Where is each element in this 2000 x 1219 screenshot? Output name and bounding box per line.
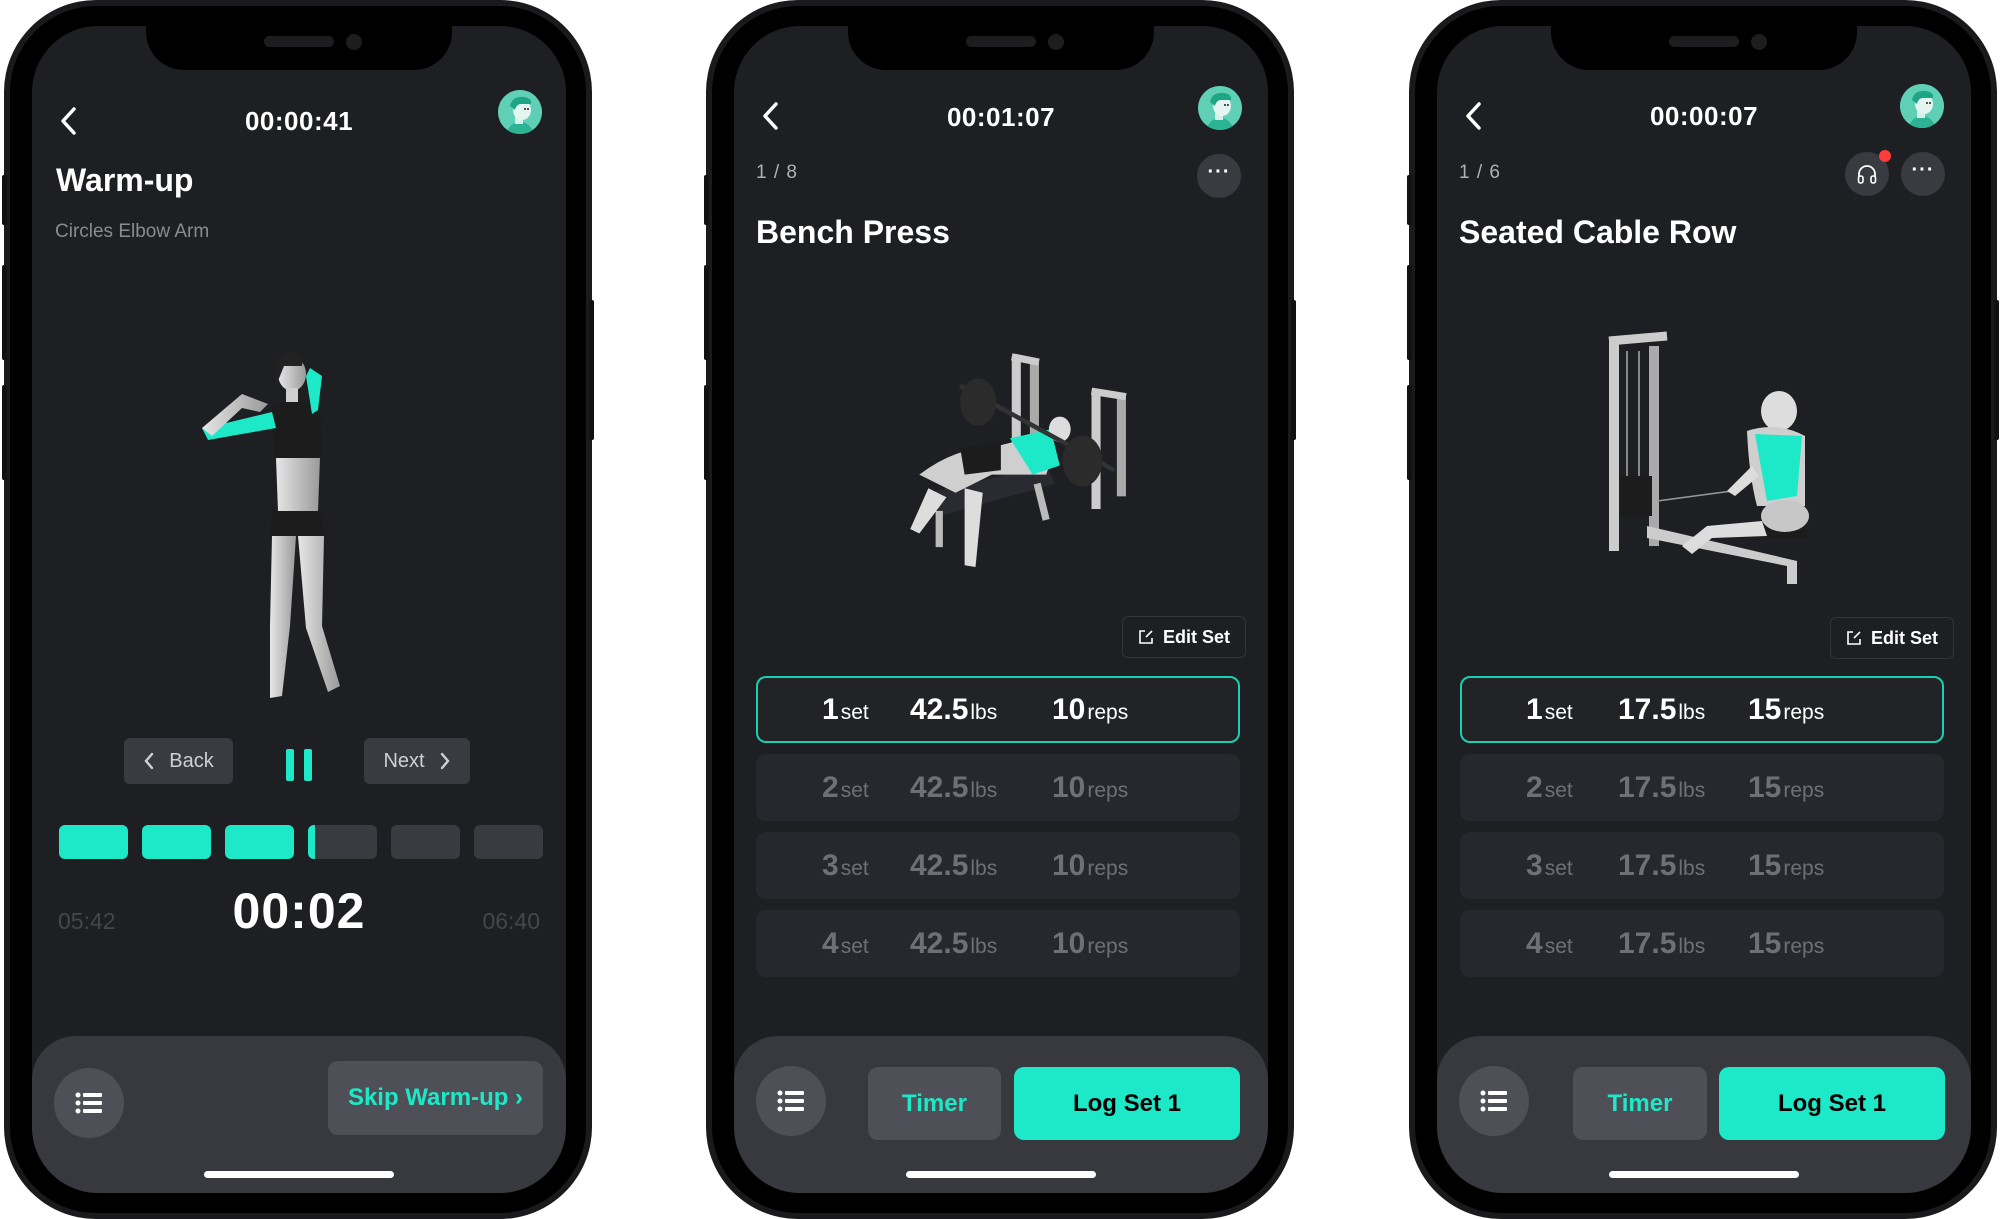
- progress-segment: [225, 825, 294, 859]
- page-title: Warm-up: [56, 162, 194, 198]
- power-button: [1291, 300, 1296, 440]
- volume-down-button: [2, 385, 7, 480]
- progress-segment: [474, 825, 543, 859]
- back-button[interactable]: Back: [124, 738, 233, 784]
- user-avatar-icon: [1198, 86, 1242, 130]
- bottom-action-bar: Timer Log Set 1: [734, 1036, 1268, 1193]
- avatar[interactable]: [1900, 84, 1944, 128]
- exercise-title: Bench Press: [756, 214, 950, 250]
- edit-set-label: Edit Set: [1871, 627, 1939, 648]
- audio-guide-button[interactable]: [1845, 150, 1891, 196]
- bottom-action-bar: Skip Warm-up ›: [32, 1036, 566, 1193]
- set-row[interactable]: 4 set 17.5 lbs 15 reps: [1460, 910, 1944, 977]
- set-row[interactable]: 4 set 42.5 lbs 10 reps: [756, 910, 1240, 977]
- more-icon: ···: [1911, 159, 1935, 181]
- elapsed-time: 00:01:07: [946, 102, 1056, 132]
- exercise-counter: 1 / 8: [756, 162, 798, 183]
- more-options-button[interactable]: ···: [1901, 152, 1945, 196]
- notch: [848, 26, 1154, 70]
- list-icon: [777, 1090, 804, 1112]
- exercise-illustration: [172, 326, 392, 726]
- pause-icon: [286, 749, 294, 781]
- user-avatar-icon: [1900, 84, 1944, 128]
- woman-figure-icon: [202, 351, 340, 698]
- exercise-name: Circles Elbow Arm: [55, 221, 210, 242]
- set-row[interactable]: 3 set 17.5 lbs 15 reps: [1460, 832, 1944, 899]
- notch: [146, 26, 452, 70]
- volume-up-button: [704, 265, 709, 360]
- chevron-left-icon: [144, 752, 154, 770]
- list-icon: [1480, 1090, 1507, 1112]
- avatar[interactable]: [498, 90, 542, 134]
- set-row[interactable]: 3 set 42.5 lbs 10 reps: [756, 832, 1240, 899]
- chevron-right-icon: [440, 752, 450, 770]
- phone-bench-press: 00:01:07 1 / 8 ··· Bench Press Edit Set …: [704, 0, 1296, 1219]
- power-button: [589, 300, 594, 440]
- user-avatar-icon: [498, 90, 542, 134]
- set-row[interactable]: 2 set 42.5 lbs 10 reps: [756, 754, 1240, 821]
- more-options-button[interactable]: ···: [1197, 154, 1241, 198]
- exercise-title: Seated Cable Row: [1459, 214, 1737, 250]
- list-icon: [75, 1092, 102, 1114]
- mute-switch: [2, 175, 7, 225]
- timer-button[interactable]: Timer: [1573, 1067, 1707, 1140]
- mute-switch: [1407, 175, 1412, 225]
- elapsed-time: 00:00:07: [1649, 101, 1759, 131]
- mute-switch: [704, 175, 709, 225]
- volume-down-button: [1407, 385, 1412, 480]
- notification-dot: [1879, 150, 1891, 162]
- set-row[interactable]: 2 set 17.5 lbs 15 reps: [1460, 754, 1944, 821]
- pause-button[interactable]: [286, 749, 312, 781]
- log-set-button[interactable]: Log Set 1: [1014, 1067, 1240, 1140]
- progress-segment: [142, 825, 211, 859]
- screen: 00:01:07 1 / 8 ··· Bench Press Edit Set …: [734, 26, 1268, 1193]
- phone-seated-cable-row: 00:00:07 1 / 6 ··· Seated Cable Row Edit…: [1407, 0, 1999, 1219]
- next-button[interactable]: Next: [364, 738, 470, 784]
- set-row[interactable]: 1 set 17.5 lbs 15 reps: [1460, 676, 1944, 743]
- edit-icon: [1139, 630, 1153, 644]
- screen: 00:00:07 1 / 6 ··· Seated Cable Row Edit…: [1437, 26, 1971, 1193]
- phone-warmup: 00:00:41 Warm-up Circles Elbow Arm Back …: [2, 0, 594, 1219]
- total-time: 06:40: [482, 908, 540, 934]
- home-indicator[interactable]: [1609, 1171, 1799, 1178]
- edit-set-button[interactable]: Edit Set: [1830, 617, 1955, 659]
- screen: 00:00:41 Warm-up Circles Elbow Arm Back …: [32, 26, 566, 1193]
- next-label: Next: [383, 749, 425, 772]
- log-set-button[interactable]: Log Set 1: [1719, 1067, 1945, 1140]
- power-button: [1994, 300, 1999, 440]
- more-icon: ···: [1207, 161, 1231, 183]
- exercise-list-button[interactable]: [54, 1068, 124, 1138]
- progress-segment: [59, 825, 128, 859]
- elapsed-time: 00:00:41: [244, 106, 354, 136]
- edit-set-label: Edit Set: [1163, 626, 1231, 647]
- exercise-list-button[interactable]: [1459, 1066, 1529, 1136]
- edit-set-button[interactable]: Edit Set: [1122, 616, 1247, 658]
- volume-up-button: [2, 265, 7, 360]
- bench-press-figure-icon: [910, 353, 1127, 568]
- avatar[interactable]: [1198, 86, 1242, 130]
- home-indicator[interactable]: [204, 1171, 394, 1178]
- volume-down-button: [704, 385, 709, 480]
- headphones-icon: [1857, 165, 1877, 184]
- back-label: Back: [169, 749, 214, 772]
- volume-up-button: [1407, 265, 1412, 360]
- seated-cable-row-figure-icon: [1608, 331, 1809, 584]
- exercise-illustration: [874, 316, 1164, 606]
- progress-segment: [308, 825, 377, 859]
- notch: [1551, 26, 1857, 70]
- timer-button[interactable]: Timer: [868, 1067, 1001, 1140]
- set-list: 1 set 17.5 lbs 15 reps 2 set 17.5 lbs 15 reps …: [1460, 676, 1944, 977]
- progress-segment: [391, 825, 460, 859]
- skip-warmup-button[interactable]: Skip Warm-up ›: [328, 1061, 543, 1135]
- exercise-illustration: [1587, 316, 1847, 606]
- edit-icon: [1847, 631, 1861, 645]
- set-list: 1 set 42.5 lbs 10 reps 2 set 42.5 lbs 10 reps …: [756, 676, 1240, 977]
- home-indicator[interactable]: [906, 1171, 1096, 1178]
- bottom-action-bar: Timer Log Set 1: [1437, 1036, 1971, 1193]
- exercise-counter: 1 / 6: [1459, 162, 1501, 183]
- set-row[interactable]: 1 set 42.5 lbs 10 reps: [756, 676, 1240, 743]
- exercise-list-button[interactable]: [756, 1066, 826, 1136]
- warmup-progress: [59, 825, 543, 859]
